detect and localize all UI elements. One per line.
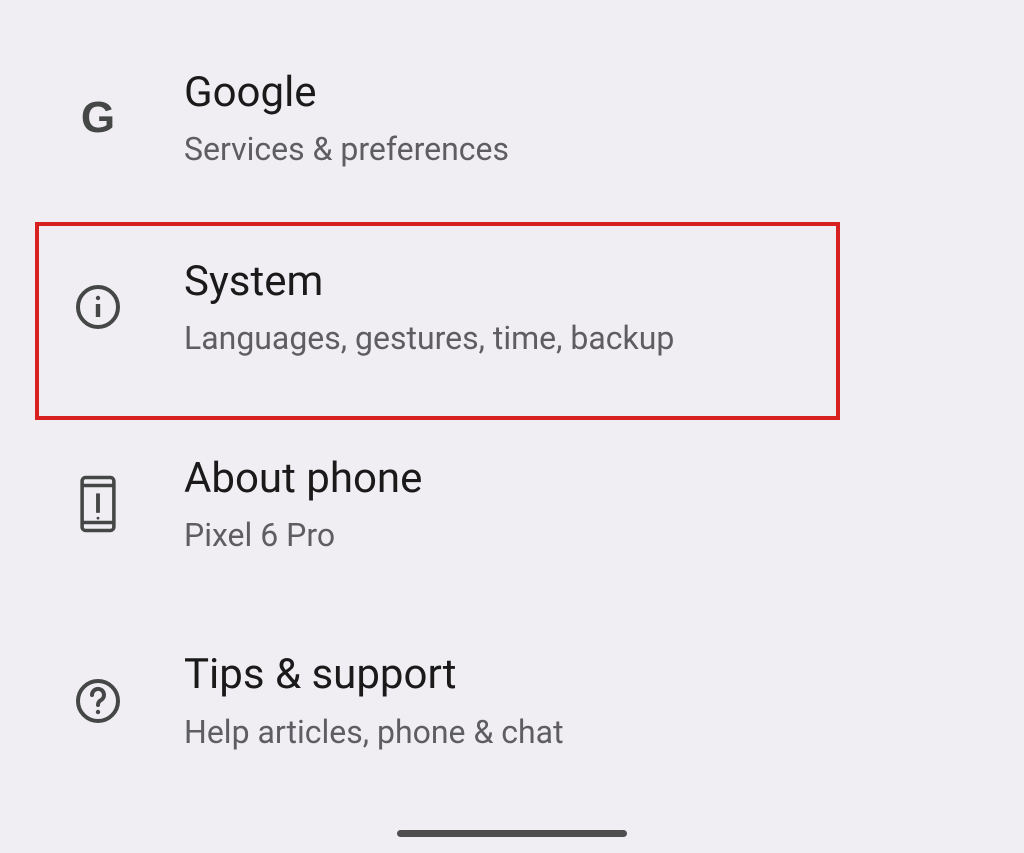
- item-text: About phone Pixel 6 Pro: [184, 454, 422, 555]
- settings-item-system[interactable]: System Languages, gestures, time, backup: [0, 209, 1024, 406]
- google-icon: G: [70, 90, 126, 146]
- phone-icon: [70, 476, 126, 532]
- item-title: Google: [184, 68, 509, 118]
- item-title: System: [184, 257, 674, 307]
- item-text: System Languages, gestures, time, backup: [184, 257, 674, 358]
- item-text: Tips & support Help articles, phone & ch…: [184, 650, 564, 751]
- settings-item-about-phone[interactable]: About phone Pixel 6 Pro: [0, 406, 1024, 603]
- info-icon: [70, 279, 126, 335]
- help-icon: [70, 673, 126, 729]
- item-title: Tips & support: [184, 650, 564, 700]
- item-subtitle: Languages, gestures, time, backup: [184, 319, 674, 357]
- item-subtitle: Services & preferences: [184, 130, 509, 168]
- settings-item-google[interactable]: G Google Services & preferences: [0, 28, 1024, 209]
- navigation-handle[interactable]: [397, 830, 627, 837]
- item-title: About phone: [184, 454, 422, 504]
- item-subtitle: Pixel 6 Pro: [184, 516, 422, 554]
- settings-item-tips-support[interactable]: Tips & support Help articles, phone & ch…: [0, 602, 1024, 799]
- item-subtitle: Help articles, phone & chat: [184, 713, 564, 751]
- item-text: Google Services & preferences: [184, 68, 509, 169]
- settings-list: G Google Services & preferences System L…: [0, 0, 1024, 799]
